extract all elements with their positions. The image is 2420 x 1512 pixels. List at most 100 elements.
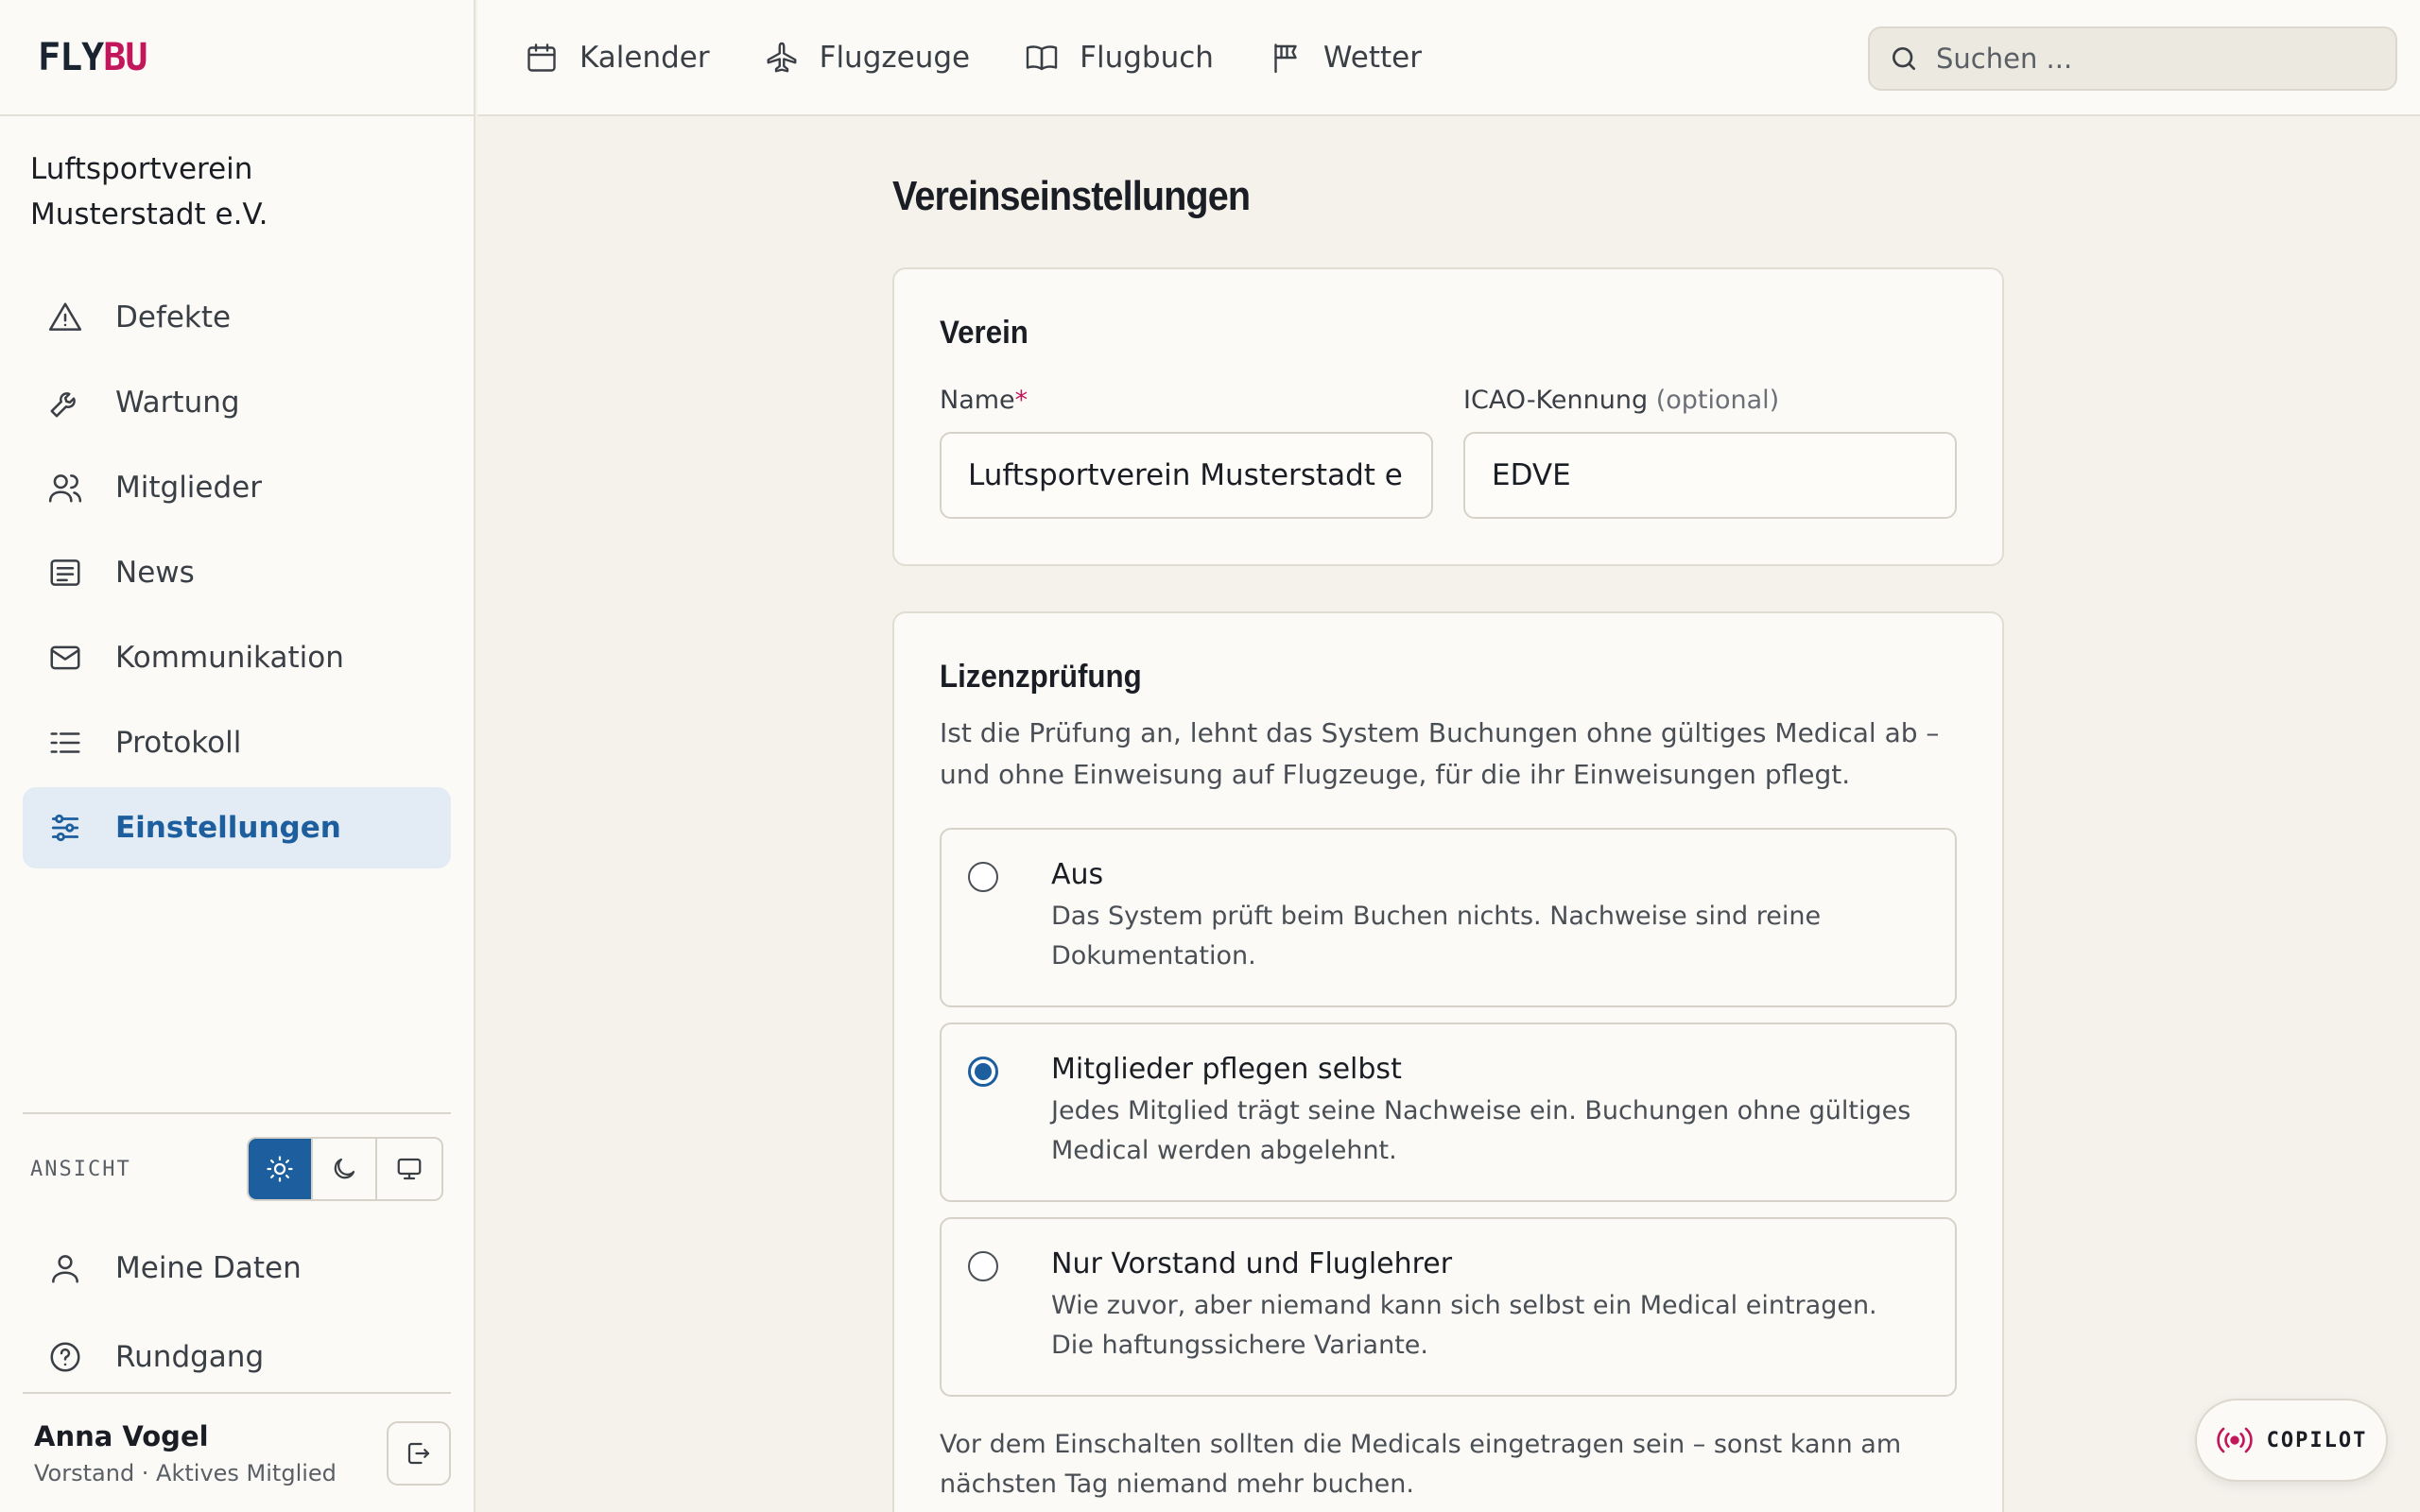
option-aus[interactable]: Aus Das System prüft beim Buchen nichts.… [940, 828, 1957, 1007]
book-icon [1026, 44, 1058, 70]
sidebar: FLYBU Luftsportverein Musterstadt e.V. D… [0, 0, 475, 1512]
warning-icon [48, 302, 82, 331]
main-content: Vereinseinstellungen Verein Name* ICAO-K… [892, 116, 2004, 1512]
logo-bu: BU [103, 35, 147, 79]
logout-button[interactable] [387, 1420, 451, 1486]
plane-icon [767, 42, 797, 72]
name-label-text: Name [940, 386, 1015, 415]
logout-icon [407, 1442, 430, 1464]
sidebar-item-label: Defekte [115, 301, 232, 335]
optional-marker: (optional) [1655, 386, 1780, 415]
topnav-label: Wetter [1322, 40, 1422, 75]
search-icon [1893, 47, 1915, 70]
verein-card-title: Verein [940, 315, 1028, 351]
sidebar-item-wartung[interactable]: Wartung [23, 362, 451, 443]
sidebar-item-kommunikation[interactable]: Kommunikation [23, 617, 451, 698]
user-icon [52, 1255, 78, 1283]
lizenz-note: Vor dem Einschalten sollten die Medicals… [940, 1430, 1902, 1499]
verein-fields: Name* ICAO-Kennung (optional) [940, 386, 1957, 519]
users-icon [48, 474, 82, 503]
option-text: Nur Vorstand und Fluglehrer Wie zuvor, a… [1051, 1247, 1927, 1368]
flag-icon [1274, 43, 1297, 73]
option-title: Nur Vorstand und Fluglehrer [1051, 1247, 1453, 1280]
search-input[interactable] [1936, 43, 2371, 75]
sidebar-item-einstellungen[interactable]: Einstellungen [23, 787, 451, 868]
sun-icon [267, 1156, 293, 1182]
name-field-group: Name* [940, 386, 1433, 519]
club-name: Luftsportverein Musterstadt e.V. [30, 152, 268, 232]
topnav-item-flugzeuge[interactable]: Flugzeuge [765, 40, 971, 75]
moon-icon [334, 1158, 355, 1179]
wrench-icon [50, 392, 76, 418]
list-icon [50, 732, 80, 753]
calendar-icon [527, 43, 556, 72]
club-name-input[interactable] [940, 432, 1433, 519]
option-mitglieder-pflegen-selbst[interactable]: Mitglieder pflegen selbst Jedes Mitglied… [940, 1022, 1957, 1202]
monitor-icon [397, 1158, 422, 1180]
theme-light-button[interactable] [249, 1139, 313, 1199]
sidebar-item-label: Protokoll [115, 726, 242, 760]
icao-field-group: ICAO-Kennung (optional) [1463, 386, 1957, 519]
sidebar-item-rundgang[interactable]: Rundgang [23, 1313, 451, 1401]
sidebar-item-label: Mitglieder [115, 471, 262, 505]
sidebar-item-defekte[interactable]: Defekte [23, 277, 451, 358]
sidebar-item-label: News [115, 556, 195, 590]
topnav-item-wetter[interactable]: Wetter [1269, 41, 1422, 75]
sidebar-item-mitglieder[interactable]: Mitglieder [23, 447, 451, 528]
search-box [1868, 26, 2397, 91]
radio-nur-vorstand[interactable] [968, 1251, 998, 1281]
view-label: ANSICHT [30, 1157, 131, 1181]
logo-row: FLYBU [0, 0, 474, 116]
option-text: Aus Das System prüft beim Buchen nichts.… [1051, 858, 1927, 979]
theme-dark-button[interactable] [313, 1139, 377, 1199]
lizenz-options: Aus Das System prüft beim Buchen nichts.… [940, 828, 1957, 1397]
user-row: Anna Vogel Vorstand · Aktives Mitglied [23, 1392, 451, 1512]
sidebar-item-protokoll[interactable]: Protokoll [23, 702, 451, 783]
app-root: FLYBU Luftsportverein Musterstadt e.V. D… [0, 0, 2420, 1512]
topnav-item-flugbuch[interactable]: Flugbuch [1025, 41, 1214, 75]
radio-mitglieder-pflegen-selbst[interactable] [968, 1057, 998, 1087]
topnav-label: Flugbuch [1080, 40, 1214, 75]
option-title: Aus [1051, 858, 1104, 891]
logo-fly: FLY [38, 35, 104, 79]
option-description: Wie zuvor, aber niemand kann sich selbst… [1051, 1291, 1877, 1360]
option-nur-vorstand[interactable]: Nur Vorstand und Fluglehrer Wie zuvor, a… [940, 1217, 1957, 1397]
mail-icon [50, 645, 80, 670]
view-row: ANSICHT [23, 1114, 451, 1224]
sidebar-item-label: Kommunikation [115, 641, 344, 675]
topnav-label: Flugzeuge [819, 40, 971, 75]
page-title: Vereinseinstellungen [892, 173, 1251, 219]
radio-aus[interactable] [968, 862, 998, 892]
sidebar-item-label: Meine Daten [115, 1251, 302, 1285]
copilot-button[interactable]: COPILOT [2195, 1399, 2388, 1482]
theme-system-button[interactable] [377, 1139, 441, 1199]
broadcast-icon [2216, 1427, 2253, 1453]
user-role: Vorstand · Aktives Mitglied [34, 1459, 337, 1486]
topbar: Kalender Flugzeuge Flugbuch Wetter [477, 0, 2420, 116]
lizenz-description: Ist die Prüfung an, lehnt das System Buc… [940, 717, 1940, 790]
option-title: Mitglieder pflegen selbst [1051, 1053, 1402, 1086]
verein-card: Verein Name* ICAO-Kennung (optional) [892, 267, 2004, 566]
sidebar-nav: Defekte Wartung Mitglieder News Kommunik… [0, 277, 474, 868]
sidebar-item-meine-daten[interactable]: Meine Daten [23, 1224, 451, 1313]
icao-label-text: ICAO-Kennung [1463, 386, 1649, 415]
sidebar-item-news[interactable]: News [23, 532, 451, 613]
sidebar-bottom: ANSICHT Meine Daten Rundgang [23, 1112, 451, 1401]
sidebar-item-label: Einstellungen [115, 811, 341, 845]
user-info: Anna Vogel Vorstand · Aktives Mitglied [23, 1420, 337, 1486]
required-marker: * [1014, 386, 1028, 415]
option-description: Das System prüft beim Buchen nichts. Nac… [1051, 902, 1822, 971]
lizenz-card-title: Lizenzprüfung [940, 659, 1142, 695]
icao-input[interactable] [1463, 432, 1957, 519]
news-icon [50, 559, 80, 586]
help-icon [50, 1342, 80, 1372]
app-logo[interactable]: FLYBU [38, 36, 147, 79]
lizenz-card: Lizenzprüfung Ist die Prüfung an, lehnt … [892, 611, 2004, 1512]
copilot-label: COPILOT [2266, 1428, 2368, 1452]
topnav-label: Kalender [579, 40, 710, 75]
theme-toggle [247, 1137, 443, 1201]
sidebar-item-label: Rundgang [115, 1340, 265, 1374]
top-nav: Kalender Flugzeuge Flugbuch Wetter [477, 41, 1477, 75]
sidebar-item-label: Wartung [115, 386, 240, 420]
topnav-item-kalender[interactable]: Kalender [525, 41, 710, 75]
